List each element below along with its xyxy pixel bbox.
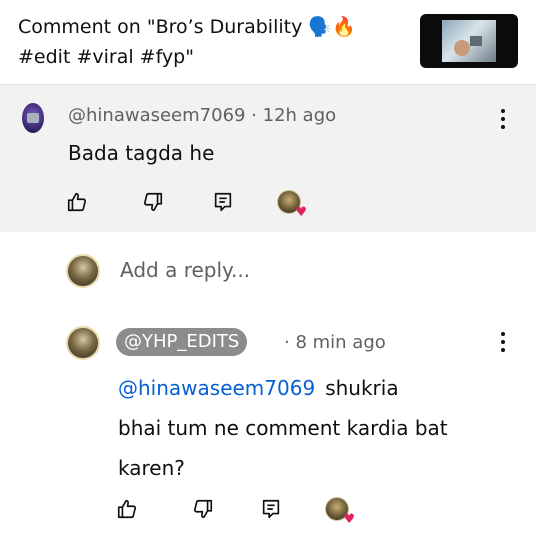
thumbs-down-icon[interactable] xyxy=(140,189,166,215)
thumbs-up-icon[interactable] xyxy=(64,189,90,215)
parent-comment: @hinawaseem7069 · 12h ago Bada tagda he … xyxy=(0,84,536,233)
reply-comment: @YHP_EDITS · 8 min ago @hinawaseem7069 sh… xyxy=(0,308,536,560)
video-title: Comment on "Bro’s Durability 🗣️🔥 #edit #… xyxy=(18,12,398,72)
comment-meta: @hinawaseem7069 · 12h ago xyxy=(68,105,337,126)
reply-text-first: shukria xyxy=(325,376,399,400)
reply-text: @hinawaseem7069 shukria bhai tum ne comme… xyxy=(118,368,498,488)
comment-author[interactable]: @hinawaseem7069 xyxy=(68,105,245,126)
reply-text-rest: bhai tum ne comment kardia bat karen? xyxy=(118,416,448,480)
comment-time: 12h ago xyxy=(262,105,337,126)
add-reply-input[interactable]: Add a reply... xyxy=(120,258,250,282)
reply-icon[interactable] xyxy=(258,496,284,522)
video-title-line1: Comment on "Bro’s Durability 🗣️🔥 xyxy=(18,16,356,38)
thumbs-up-icon[interactable] xyxy=(114,496,140,522)
reply-icon[interactable] xyxy=(210,189,236,215)
comment-time: 8 min ago xyxy=(295,332,386,353)
avatar xyxy=(66,254,100,288)
video-title-line2: #edit #viral #fyp" xyxy=(18,46,194,68)
creator-heart-icon: ♥ xyxy=(276,189,307,219)
more-vert-icon[interactable] xyxy=(500,332,506,352)
thumbs-down-icon[interactable] xyxy=(190,496,216,522)
avatar[interactable] xyxy=(22,103,44,133)
mention-link[interactable]: @hinawaseem7069 xyxy=(118,376,315,400)
video-thumbnail[interactable] xyxy=(420,14,518,68)
avatar[interactable] xyxy=(66,326,100,360)
comment-actions: ♥ xyxy=(114,496,374,526)
creator-handle-badge[interactable]: @YHP_EDITS xyxy=(116,328,248,356)
comment-meta: · 8 min ago xyxy=(284,332,386,353)
more-vert-icon[interactable] xyxy=(500,109,506,129)
video-header: Comment on "Bro’s Durability 🗣️🔥 #edit #… xyxy=(0,0,536,84)
creator-heart-icon: ♥ xyxy=(324,496,355,526)
reply-composer: Add a reply... xyxy=(0,232,536,309)
comment-text: Bada tagda he xyxy=(68,141,215,165)
comment-actions: ♥ xyxy=(64,189,324,219)
